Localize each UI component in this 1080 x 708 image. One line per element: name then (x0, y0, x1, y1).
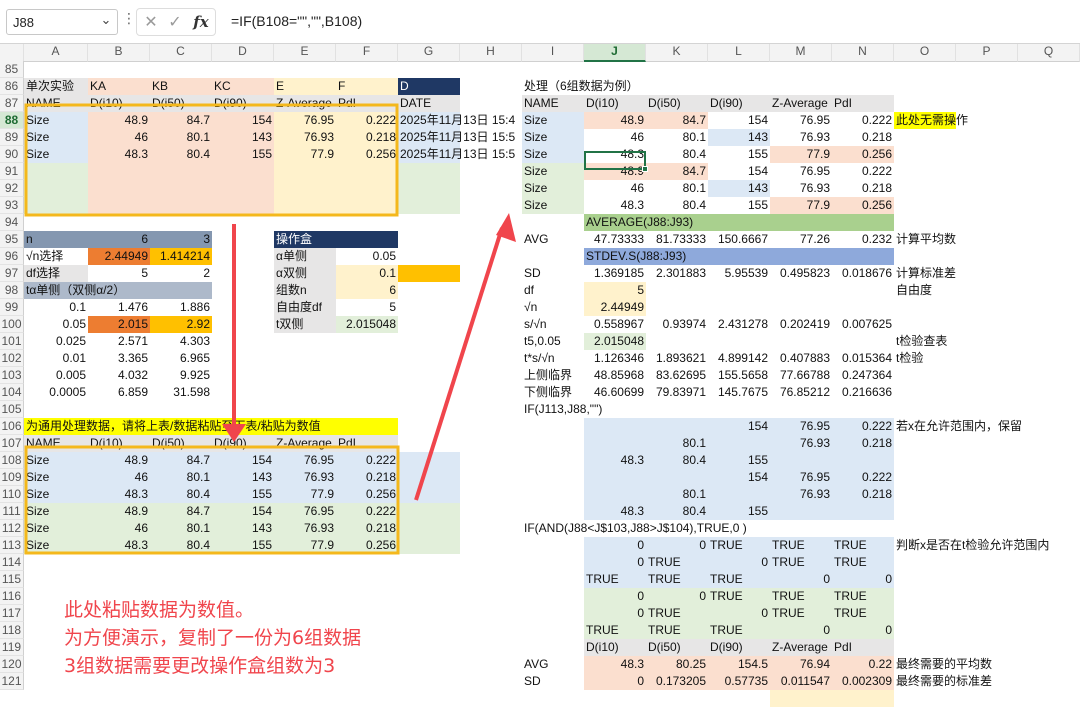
chevron-down-icon[interactable]: ⌄ (96, 10, 116, 32)
annotation-line: 为方便演示，复制了一份为6组数据 (64, 627, 362, 649)
arrow-down-head (222, 424, 246, 442)
formula-bar: J88 ⌄ ⋮ ✕ ✓ fx =IF(B108="","",B108) (0, 0, 1080, 44)
arrow-up-line (414, 227, 504, 501)
highlight-box-top (24, 103, 399, 217)
formula-buttons: ✕ ✓ fx (136, 8, 216, 36)
annotation-line: 3组数据需要更改操作盒组数为3 (64, 655, 336, 677)
confirm-icon[interactable]: ✓ (165, 12, 185, 32)
insert-function-icon[interactable]: fx (191, 12, 211, 32)
annotation-line: 此处粘贴数据为数值。 (64, 599, 255, 621)
formula-input[interactable]: =IF(B108="","",B108) (231, 13, 362, 29)
highlight-box-bottom (24, 445, 400, 555)
cancel-icon[interactable]: ✕ (141, 12, 161, 32)
annotation-text: 此处粘贴数据为数值。 为方便演示，复制了一份为6组数据 3组数据需要更改操作盒组… (64, 596, 361, 680)
more-options-icon[interactable]: ⋮ (122, 11, 136, 27)
